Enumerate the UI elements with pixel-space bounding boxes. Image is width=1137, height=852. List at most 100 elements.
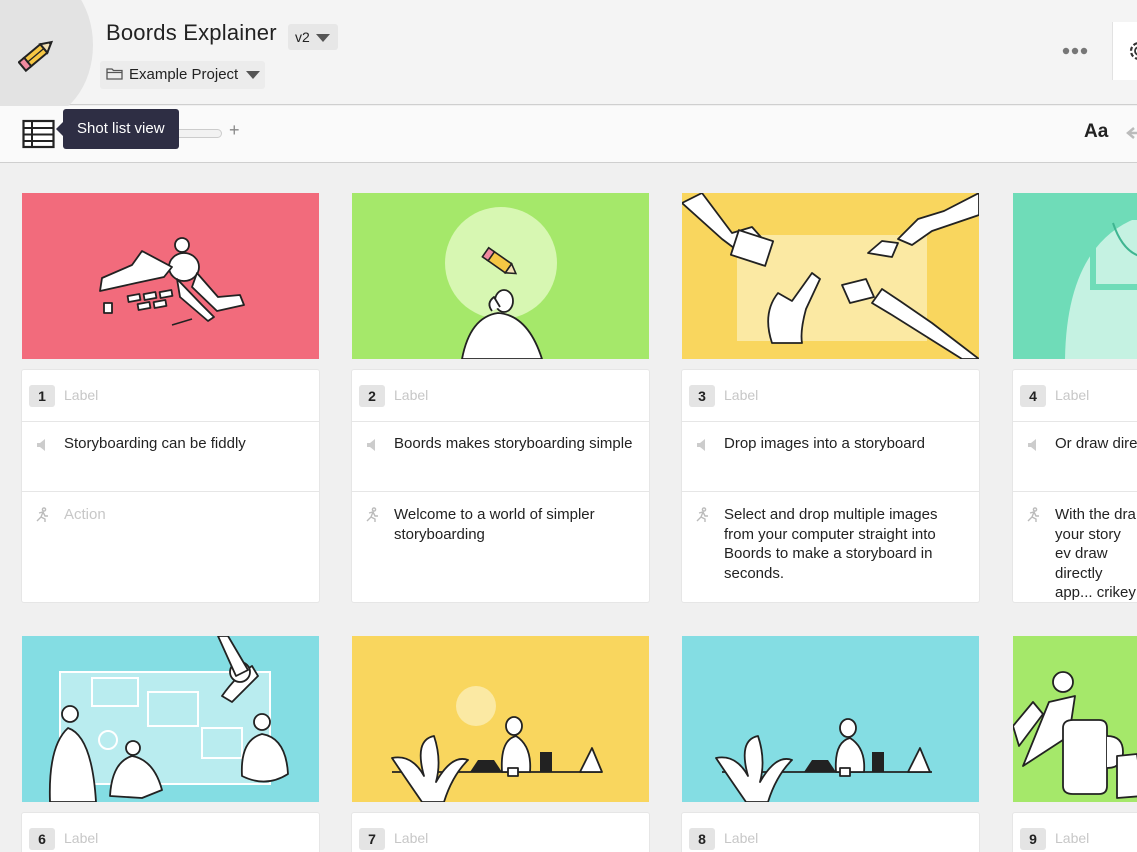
frame-label[interactable]: Label <box>64 387 98 403</box>
dialogue-field[interactable]: Or draw dire <box>1013 422 1137 492</box>
dialogue-text: Or draw dire <box>1055 435 1137 452</box>
frame-label[interactable]: Label <box>1055 830 1089 846</box>
speaker-icon <box>37 439 45 451</box>
frame-illustration-1 <box>22 193 319 359</box>
undo-icon[interactable] <box>1126 122 1137 144</box>
action-text: Welcome to a world of simpler storyboard… <box>394 506 595 543</box>
frame-label[interactable]: Label <box>394 387 428 403</box>
frame-image[interactable] <box>22 193 319 359</box>
frame-number: 4 <box>1020 385 1046 407</box>
frame-number: 2 <box>359 385 385 407</box>
dialogue-field[interactable]: Storyboarding can be fiddly <box>22 422 319 492</box>
storyboard-grid: 1 Label Storyboarding can be fiddly Acti… <box>0 164 1137 852</box>
header: Boords Explainer v2 Example Project <box>0 0 1137 120</box>
frame-illustration-7 <box>352 636 649 802</box>
project-dropdown[interactable]: Example Project <box>100 61 265 89</box>
frame-label-row[interactable]: 7 Label <box>352 813 649 852</box>
frame-card[interactable]: 9 Label <box>1013 636 1137 852</box>
speaker-icon <box>697 439 705 451</box>
action-field[interactable]: Select and drop multiple images from you… <box>682 492 979 602</box>
frame-card[interactable]: 1 Label Storyboarding can be fiddly Acti… <box>22 193 319 602</box>
version-dropdown[interactable]: v2 <box>288 24 338 50</box>
frame-number: 3 <box>689 385 715 407</box>
frame-number: 1 <box>29 385 55 407</box>
frame-card[interactable]: 6 Label <box>22 636 319 852</box>
pencil-logo-icon[interactable] <box>18 34 58 74</box>
chevron-down-icon <box>315 34 330 43</box>
frame-illustration-4 <box>1013 193 1137 359</box>
running-figure-icon <box>1027 507 1039 522</box>
frame-number: 9 <box>1020 828 1046 850</box>
tooltip: Shot list view <box>56 109 179 149</box>
frame-details: 8 Label <box>682 813 979 852</box>
frame-card[interactable]: 2 Label Boords makes storyboarding simpl… <box>352 193 649 602</box>
frame-number: 6 <box>29 828 55 850</box>
version-label: v2 <box>295 29 310 45</box>
frame-details: 2 Label Boords makes storyboarding simpl… <box>352 370 649 602</box>
frame-image[interactable] <box>352 193 649 359</box>
frame-label[interactable]: Label <box>724 387 758 403</box>
toolbar: + Shot list view Aa <box>0 106 1137 163</box>
frame-details: 9 Label <box>1013 813 1137 852</box>
dialogue-text: Boords makes storyboarding simple <box>394 435 633 452</box>
action-field[interactable]: Action <box>22 492 319 602</box>
shot-list-view-icon[interactable] <box>22 119 55 149</box>
frame-details: 7 Label <box>352 813 649 852</box>
frame-illustration-9 <box>1013 636 1137 802</box>
project-label: Example Project <box>129 66 239 83</box>
frame-label-row[interactable]: 3 Label <box>682 370 979 422</box>
frame-label-row[interactable]: 9 Label <box>1013 813 1137 852</box>
frame-card[interactable]: 8 Label <box>682 636 979 852</box>
font-settings-button[interactable]: Aa <box>1084 121 1108 143</box>
frame-label[interactable]: Label <box>724 830 758 846</box>
frame-illustration-2 <box>352 193 649 359</box>
frame-image[interactable] <box>1013 636 1137 802</box>
frame-label-row[interactable]: 2 Label <box>352 370 649 422</box>
frame-number: 8 <box>689 828 715 850</box>
frame-image[interactable] <box>682 636 979 802</box>
frame-label-row[interactable]: 4 Label <box>1013 370 1137 422</box>
zoom-in-button[interactable]: + <box>229 120 240 141</box>
action-field[interactable]: Welcome to a world of simpler storyboard… <box>352 492 649 602</box>
action-field[interactable]: With the dra your story ev draw directly… <box>1013 492 1137 602</box>
dialogue-text: Drop images into a storyboard <box>724 435 925 452</box>
settings-button[interactable] <box>1112 22 1137 80</box>
speaker-icon <box>1028 439 1036 451</box>
gear-icon <box>1129 42 1137 60</box>
frame-illustration-8 <box>682 636 979 802</box>
frame-details: 3 Label Drop images into a storyboard Se… <box>682 370 979 602</box>
dialogue-text: Storyboarding can be fiddly <box>64 435 246 452</box>
frame-image[interactable] <box>682 193 979 359</box>
frame-details: 1 Label Storyboarding can be fiddly Acti… <box>22 370 319 602</box>
action-text: With the dra your story ev draw directly… <box>1055 506 1136 601</box>
frame-image[interactable] <box>22 636 319 802</box>
frame-image[interactable] <box>1013 193 1137 359</box>
frame-illustration-3 <box>682 193 979 359</box>
more-options-icon[interactable] <box>1062 44 1090 58</box>
running-figure-icon <box>36 507 48 522</box>
frame-label[interactable]: Label <box>394 830 428 846</box>
action-text: Select and drop multiple images from you… <box>724 506 938 582</box>
frame-illustration-6 <box>22 636 319 802</box>
speaker-icon <box>367 439 375 451</box>
folder-icon <box>106 68 123 80</box>
frame-card[interactable]: 3 Label Drop images into a storyboard Se… <box>682 193 979 602</box>
frame-image[interactable] <box>352 636 649 802</box>
frame-number: 7 <box>359 828 385 850</box>
frame-details: 4 Label Or draw dire With the dra your s… <box>1013 370 1137 602</box>
frame-label[interactable]: Label <box>1055 387 1089 403</box>
running-figure-icon <box>366 507 378 522</box>
frame-label[interactable]: Label <box>64 830 98 846</box>
frame-card[interactable]: 7 Label <box>352 636 649 852</box>
frame-details: 6 Label <box>22 813 319 852</box>
action-text: Action <box>64 506 106 523</box>
running-figure-icon <box>696 507 708 522</box>
frame-label-row[interactable]: 1 Label <box>22 370 319 422</box>
dialogue-field[interactable]: Boords makes storyboarding simple <box>352 422 649 492</box>
frame-card[interactable]: 4 Label Or draw dire With the dra your s… <box>1013 193 1137 602</box>
page-title: Boords Explainer <box>106 20 277 45</box>
dialogue-field[interactable]: Drop images into a storyboard <box>682 422 979 492</box>
frame-label-row[interactable]: 6 Label <box>22 813 319 852</box>
chevron-down-icon <box>246 71 261 80</box>
frame-label-row[interactable]: 8 Label <box>682 813 979 852</box>
